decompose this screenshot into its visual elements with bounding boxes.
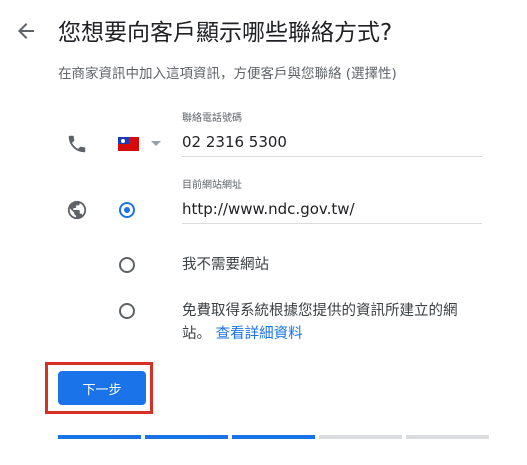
phone-label: 聯絡電話號碼 [182,113,242,124]
page-title: 您想要向客戶顯示哪些聯絡方式? [58,20,393,46]
view-details-link[interactable]: 查看詳細資料 [216,326,303,342]
globe-icon [67,200,87,220]
progress-segment [145,435,228,439]
progress-segment [406,435,489,439]
back-arrow-icon[interactable] [14,19,38,43]
no-website-label: 我不需要網站 [182,257,269,273]
progress-segment [319,435,402,439]
progress-segment [232,435,315,439]
next-button[interactable]: 下一步 [58,371,146,405]
website-radio-current[interactable] [119,202,135,218]
progress-segment [58,435,141,439]
free-website-radio[interactable] [119,303,135,319]
website-input[interactable]: http://www.ndc.gov.tw/ [182,200,482,224]
website-label: 目前網站網址 [182,180,242,191]
free-website-text: 免費取得系統根據您提供的資訊所建立的網站。 查看詳細資料 [182,300,482,346]
page-subtitle: 在商家資訊中加入這項資訊，方便客戶與您聯絡 (選擇性) [58,66,397,82]
phone-input[interactable]: 02 2316 5300 [182,133,482,157]
taiwan-flag-icon[interactable] [118,137,139,151]
phone-icon [68,135,86,153]
country-dropdown-caret-icon[interactable] [151,141,161,146]
no-website-radio[interactable] [119,257,135,273]
